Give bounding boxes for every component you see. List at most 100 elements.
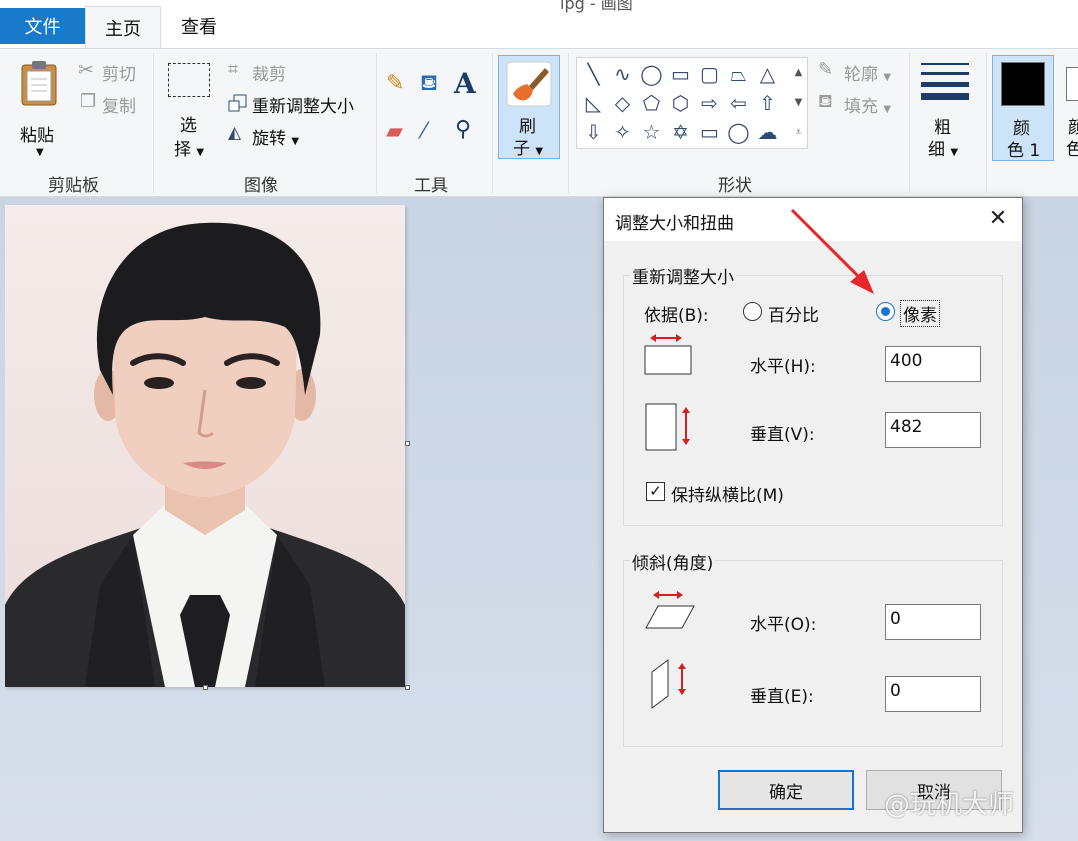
vertical-skew-icon <box>651 659 686 709</box>
six-point-star-icon[interactable]: ✡ <box>666 118 695 147</box>
portrait-photo[interactable] <box>5 205 405 687</box>
right-arrow-shape-icon[interactable]: ⇨ <box>695 89 724 118</box>
group-label-clipboard: 剪贴板 <box>48 176 99 196</box>
rounded-rect-shape-icon[interactable]: ▢ <box>695 60 724 89</box>
resize-handle-right[interactable] <box>405 441 410 446</box>
hexagon-shape-icon[interactable]: ⬡ <box>666 89 695 118</box>
group-divider <box>568 53 569 193</box>
resize-group-title: 重新调整大小 <box>630 263 736 288</box>
brushes-button[interactable]: 刷 子 ▼ <box>498 55 560 159</box>
shapes-gallery[interactable]: ╲ ∿ ◯ ▭ ▢ ⏢ △ ◺ ◇ ⬠ ⬡ ⇨ ⇦ ⇧ ⇩ ✧ ☆ ✡ ▭ ◯ ☁ <box>576 57 808 149</box>
diamond-shape-icon[interactable]: ◇ <box>608 89 637 118</box>
oval-shape-icon[interactable]: ◯ <box>637 60 666 89</box>
color-picker-icon[interactable]: ⁄ <box>422 119 426 144</box>
cut-label: 剪切 <box>102 65 136 85</box>
fill-button[interactable]: ⛾ 填充 ▼ <box>818 91 898 117</box>
color1-label-line2: 色 1 <box>1007 141 1041 161</box>
group-divider <box>986 53 987 193</box>
resize-icon <box>228 94 247 112</box>
size-button[interactable]: 粗 细 ▼ <box>916 57 974 161</box>
window-title: ipg - 画图 <box>560 0 633 13</box>
magnifier-icon[interactable]: ⚲ <box>455 117 471 142</box>
tab-view[interactable]: 查看 <box>166 8 232 44</box>
left-arrow-shape-icon[interactable]: ⇦ <box>724 89 753 118</box>
crop-button[interactable]: ⌗ 裁剪 <box>228 59 308 85</box>
close-icon[interactable]: ✕ <box>987 208 1009 230</box>
up-arrow-shape-icon[interactable]: ⇧ <box>753 89 782 118</box>
brushes-label-line2: 子 ▼ <box>513 139 544 159</box>
color2-swatch <box>1066 67 1078 101</box>
fill-bucket-icon[interactable]: ⛾ <box>420 71 438 99</box>
curve-shape-icon[interactable]: ∿ <box>608 60 637 89</box>
resize-label: 重新调整大小 <box>252 97 354 117</box>
fill-label: 填充 ▼ <box>844 97 892 117</box>
pentagon-shape-icon[interactable]: ⬠ <box>637 89 666 118</box>
vertical-label: 垂直(V): <box>750 425 815 445</box>
shapes-scrollbar[interactable]: ▲ ▼ ⩡ <box>790 58 807 148</box>
down-arrow-shape-icon[interactable]: ⇩ <box>579 118 608 147</box>
skew-horizontal-input[interactable]: 0 <box>885 604 981 640</box>
scroll-down-icon[interactable]: ▼ <box>790 88 807 118</box>
color1-button[interactable]: 颜 色 1 <box>992 55 1054 161</box>
skew-group-title: 倾斜(角度) <box>630 549 716 574</box>
crop-label: 裁剪 <box>252 65 286 85</box>
line-width-icon <box>921 63 969 100</box>
copy-button[interactable]: ❐ 复制 <box>78 91 148 117</box>
size-label-line2: 细 ▼ <box>928 140 959 160</box>
horizontal-resize-icon <box>644 334 692 375</box>
resize-button[interactable]: 重新调整大小 <box>228 91 368 117</box>
dialog-title: 调整大小和扭曲 <box>615 214 734 234</box>
vertical-resize-icon <box>645 403 690 451</box>
paste-button[interactable]: 粘贴 ▼ <box>14 57 66 158</box>
maintain-aspect-checkbox[interactable]: ✓ <box>646 482 665 501</box>
triangle-shape-icon[interactable]: △ <box>753 60 782 89</box>
vertical-input[interactable]: 482 <box>885 412 981 448</box>
group-label-tools: 工具 <box>414 176 448 196</box>
ok-button[interactable]: 确定 <box>718 770 854 810</box>
skew-horizontal-label: 水平(O): <box>750 615 817 635</box>
paste-label: 粘贴 <box>20 126 54 146</box>
expand-gallery-icon[interactable]: ⩡ <box>790 118 807 148</box>
group-label-shapes: 形状 <box>718 176 752 196</box>
group-divider <box>909 53 910 193</box>
rotate-button[interactable]: ◭ 旋转 ▼ <box>228 123 318 149</box>
tab-home[interactable]: 主页 <box>85 6 161 49</box>
rect-callout-icon[interactable]: ▭ <box>695 118 724 147</box>
polygon-shape-icon[interactable]: ⏢ <box>724 60 753 89</box>
cut-button[interactable]: ✂ 剪切 <box>78 59 148 85</box>
tab-file[interactable]: 文件 <box>0 8 85 44</box>
pixels-label[interactable]: 像素 <box>900 300 940 327</box>
right-triangle-shape-icon[interactable]: ◺ <box>579 89 608 118</box>
line-shape-icon[interactable]: ╲ <box>579 60 608 89</box>
text-tool-icon[interactable]: A <box>454 67 476 100</box>
horizontal-skew-icon <box>645 591 695 629</box>
select-button[interactable]: 选 择 ▼ <box>164 61 214 160</box>
selection-rect-icon <box>168 63 210 97</box>
outline-label: 轮廓 ▼ <box>844 65 892 85</box>
cloud-callout-icon[interactable]: ☁ <box>753 118 782 147</box>
scroll-up-icon[interactable]: ▲ <box>790 58 807 88</box>
group-label-image: 图像 <box>244 176 278 196</box>
color2-button[interactable]: 颜 色 <box>1060 55 1078 161</box>
percent-radio[interactable] <box>743 302 762 321</box>
copy-icon: ❐ <box>80 91 97 112</box>
group-divider <box>492 53 493 193</box>
copy-label: 复制 <box>102 97 136 117</box>
resize-handle-corner[interactable] <box>405 685 410 690</box>
scissors-icon: ✂ <box>78 59 94 81</box>
outline-button[interactable]: ✎ 轮廓 ▼ <box>818 59 898 85</box>
eraser-icon[interactable]: ▰ <box>386 119 403 144</box>
maintain-aspect-label[interactable]: 保持纵横比(M) <box>671 481 784 506</box>
by-label: 依据(B): <box>644 306 709 326</box>
group-divider <box>376 53 377 193</box>
horizontal-input[interactable]: 400 <box>885 346 981 382</box>
skew-vertical-input[interactable]: 0 <box>885 676 981 712</box>
pencil-icon[interactable]: ✎ <box>386 71 404 96</box>
ribbon: 粘贴 ▼ ✂ 剪切 ❐ 复制 剪贴板 选 择 ▼ ⌗ 裁剪 重新调整大小 ◭ 旋… <box>0 48 1078 197</box>
four-point-star-icon[interactable]: ✧ <box>608 118 637 147</box>
rectangle-shape-icon[interactable]: ▭ <box>666 60 695 89</box>
oval-callout-icon[interactable]: ◯ <box>724 118 753 147</box>
group-divider <box>153 53 154 193</box>
resize-handle-bottom[interactable] <box>203 685 208 690</box>
five-point-star-icon[interactable]: ☆ <box>637 118 666 147</box>
